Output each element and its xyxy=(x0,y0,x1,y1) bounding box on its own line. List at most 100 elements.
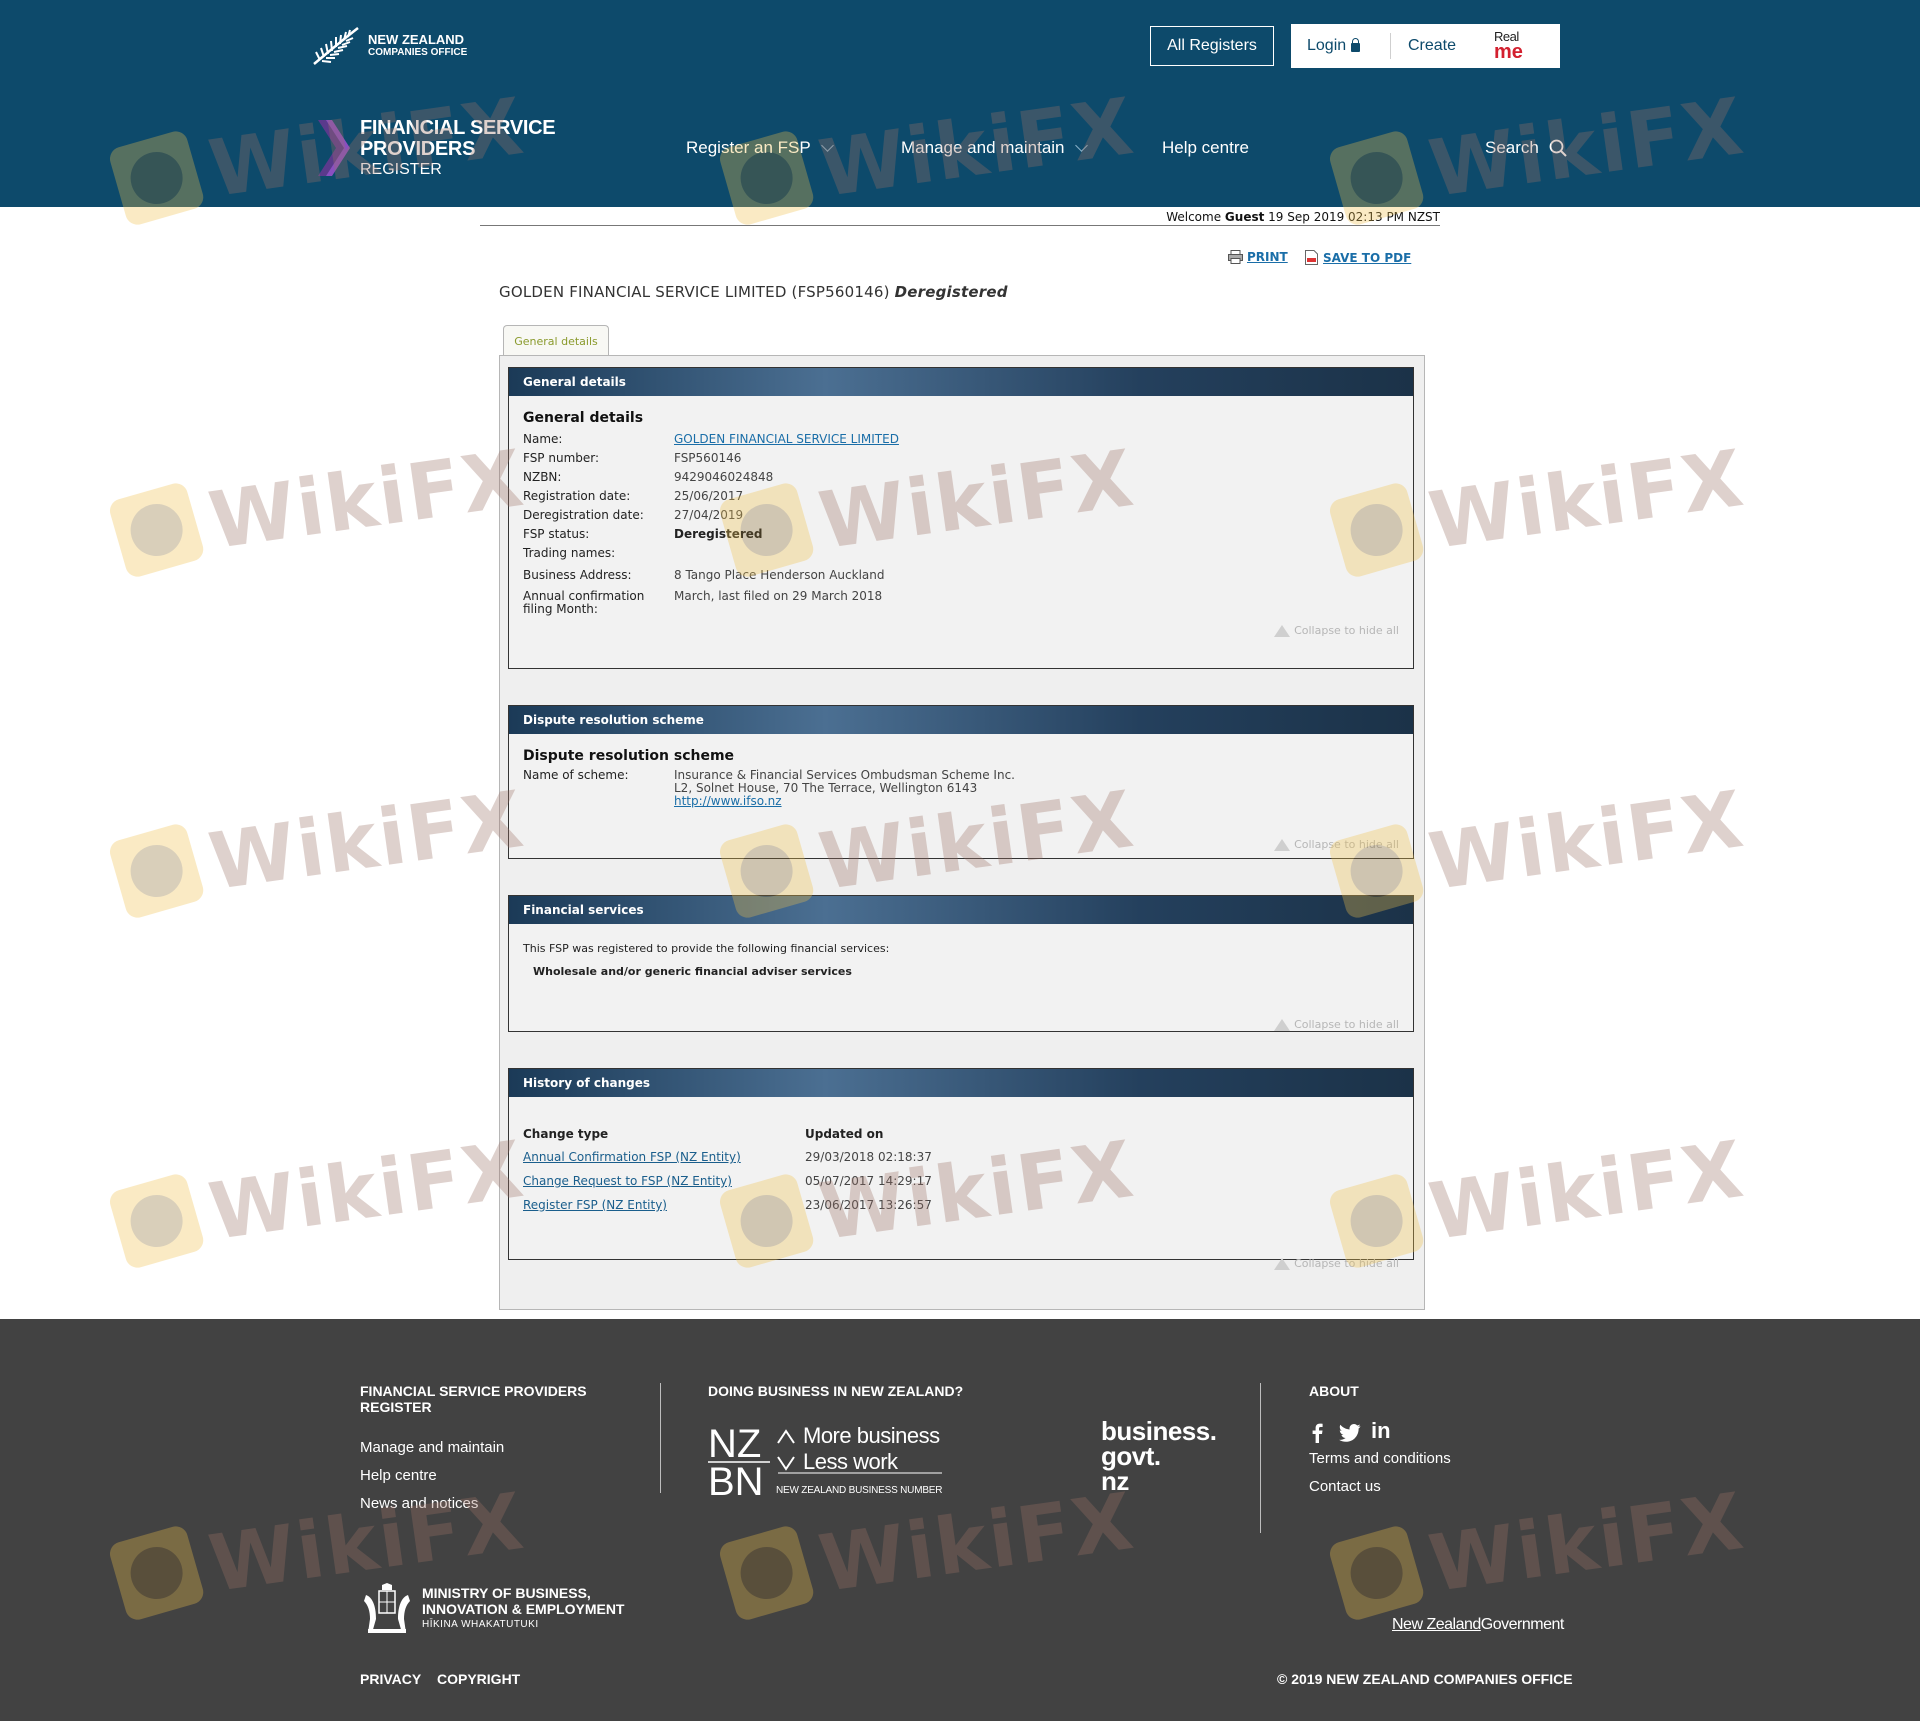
login-label: Login xyxy=(1307,37,1347,54)
printer-icon xyxy=(1228,250,1243,264)
privacy-link[interactable]: PRIVACY xyxy=(360,1671,421,1687)
watermark-logo-icon xyxy=(107,821,207,921)
nav-search[interactable]: Search xyxy=(1485,138,1567,158)
nz-logo-line2: COMPANIES OFFICE xyxy=(368,47,468,58)
watermark: WikiFX xyxy=(107,434,530,580)
collapse-history-button[interactable]: Collapse to hide all xyxy=(1274,1257,1399,1270)
updated-on: 23/06/2017 13:26:57 xyxy=(805,1198,932,1212)
nzgov-nz: New Zealand xyxy=(1392,1616,1481,1633)
table-row: Annual Confirmation FSP (NZ Entity) 29/0… xyxy=(523,1145,1413,1169)
field-registration-date: Registration date: 25/06/2017 xyxy=(523,487,1413,506)
copyright-link[interactable]: COPYRIGHT xyxy=(437,1671,520,1687)
footer-divider xyxy=(1260,1383,1261,1533)
change-type-link[interactable]: Change Request to FSP (NZ Entity) xyxy=(523,1174,732,1188)
collapse-label: Collapse to hide all xyxy=(1294,838,1399,851)
bgn-line3: nz xyxy=(1101,1466,1129,1496)
nav-help-centre[interactable]: Help centre xyxy=(1162,138,1249,158)
collapse-general-button[interactable]: Collapse to hide all xyxy=(1274,624,1399,637)
section-header: General details xyxy=(509,368,1413,396)
field-label: Trading names: xyxy=(523,546,616,560)
nzbn-logo[interactable]: NZ BN More business Less work NEW ZEALAN… xyxy=(708,1422,948,1504)
table-row: Change Request to FSP (NZ Entity) 05/07/… xyxy=(523,1169,1413,1193)
nav-manage-and-maintain[interactable]: Manage and maintain xyxy=(901,138,1088,158)
realme-bottom: me xyxy=(1494,41,1523,63)
account-box: Login Create Real me xyxy=(1291,24,1560,68)
field-value: 9429046024848 xyxy=(674,470,774,484)
mbie-line2: INNOVATION & EMPLOYMENT xyxy=(422,1601,625,1617)
financial-services-section: Financial services This FSP was register… xyxy=(508,895,1414,1032)
watermark-logo-icon xyxy=(107,1171,207,1271)
nav-register-an-fsp[interactable]: Register an FSP xyxy=(686,138,834,158)
fsp-register-logo[interactable]: FINANCIAL SERVICE PROVIDERS REGISTER xyxy=(312,117,556,180)
collapse-services-button[interactable]: Collapse to hide all xyxy=(1274,1018,1399,1031)
login-button[interactable]: Login xyxy=(1291,33,1391,59)
field-label: Business Address: xyxy=(523,568,632,582)
top-bar: NEW ZEALAND COMPANIES OFFICE All Registe… xyxy=(0,0,1920,90)
nz-government-logo[interactable]: New ZealandGovernment xyxy=(1392,1616,1564,1634)
change-type-link[interactable]: Annual Confirmation FSP (NZ Entity) xyxy=(523,1150,741,1164)
field-fsp-status: FSP status: Deregistered xyxy=(523,525,1413,544)
fsp-logo-line1: FINANCIAL SERVICE xyxy=(360,117,556,139)
footer-divider xyxy=(660,1383,661,1493)
print-link[interactable]: PRINT xyxy=(1228,250,1288,264)
footer-link-terms[interactable]: Terms and conditions xyxy=(1309,1450,1451,1467)
change-type-link[interactable]: Register FSP (NZ Entity) xyxy=(523,1198,667,1212)
section-title: General details xyxy=(523,410,644,426)
field-label: Deregistration date: xyxy=(523,508,644,522)
welcome-bar: Welcome Guest 19 Sep 2019 02:13 PM NZST xyxy=(480,208,1440,226)
col-updated-on: Updated on xyxy=(805,1127,884,1141)
footer-link-contact[interactable]: Contact us xyxy=(1309,1478,1381,1495)
history-table-header: Change type Updated on xyxy=(523,1127,1413,1141)
collapse-label: Collapse to hide all xyxy=(1294,1018,1399,1031)
all-registers-button[interactable]: All Registers xyxy=(1150,26,1274,66)
field-fsp-number: FSP number: FSP560146 xyxy=(523,449,1413,468)
footer-link-help[interactable]: Help centre xyxy=(360,1467,437,1484)
print-label: PRINT xyxy=(1247,250,1288,264)
nzbn-line1: More business xyxy=(803,1423,940,1448)
welcome-prefix: Welcome xyxy=(1166,210,1222,224)
field-label: Name of scheme: xyxy=(523,768,629,782)
general-details-section: General details General details Name: GO… xyxy=(508,367,1414,669)
collapse-label: Collapse to hide all xyxy=(1294,1257,1399,1270)
footer-link-manage[interactable]: Manage and maintain xyxy=(360,1439,504,1456)
realme-logo[interactable]: Real me xyxy=(1494,30,1534,63)
history-of-changes-section: History of changes Change type Updated o… xyxy=(508,1068,1414,1270)
business-govt-nz-logo[interactable]: business. govt. nz xyxy=(1101,1418,1217,1496)
entity-name-link[interactable]: GOLDEN FINANCIAL SERVICE LIMITED xyxy=(674,430,899,449)
footer-doing-business-heading: DOING BUSINESS IN NEW ZEALAND? xyxy=(708,1383,964,1399)
chevron-down-icon xyxy=(1074,139,1088,152)
field-value: 27/04/2019 xyxy=(674,508,744,522)
create-button[interactable]: Create xyxy=(1391,37,1481,55)
nav-manage-label: Manage and maintain xyxy=(901,138,1065,157)
footer-link-news[interactable]: News and notices xyxy=(360,1495,478,1512)
entity-title: GOLDEN FINANCIAL SERVICE LIMITED (FSP560… xyxy=(499,283,1008,301)
save-pdf-label: SAVE TO PDF xyxy=(1323,250,1412,265)
svg-text:BN: BN xyxy=(708,1460,764,1499)
scheme-url-link[interactable]: http://www.ifso.nz xyxy=(674,794,782,808)
field-label: Annual confirmation filing Month: xyxy=(523,589,645,616)
field-label: FSP status: xyxy=(523,527,590,541)
welcome-user: Guest xyxy=(1224,210,1265,224)
facebook-icon[interactable] xyxy=(1311,1423,1323,1443)
fsp-logo-line3: REGISTER xyxy=(360,161,442,178)
field-nzbn: NZBN: 9429046024848 xyxy=(523,468,1413,487)
section-header: Dispute resolution scheme xyxy=(509,706,1413,734)
mbie-logo[interactable]: MINISTRY OF BUSINESS, INNOVATION & EMPLO… xyxy=(360,1583,624,1635)
linkedin-icon[interactable]: in xyxy=(1371,1418,1391,1444)
entity-name-code: GOLDEN FINANCIAL SERVICE LIMITED (FSP560… xyxy=(499,283,890,301)
triangle-up-icon xyxy=(1274,624,1291,637)
field-label: Name: xyxy=(523,432,563,446)
collapse-dispute-button[interactable]: Collapse to hide all xyxy=(1274,838,1399,851)
watermark: WikiFX xyxy=(107,1125,530,1271)
field-name: Name: GOLDEN FINANCIAL SERVICE LIMITED xyxy=(523,430,1413,449)
footer-about-heading: ABOUT xyxy=(1309,1383,1359,1399)
field-value: 25/06/2017 xyxy=(674,489,744,503)
twitter-icon[interactable] xyxy=(1339,1424,1361,1442)
save-to-pdf-link[interactable]: SAVE TO PDF xyxy=(1305,250,1411,265)
nav-search-label: Search xyxy=(1485,138,1539,157)
field-deregistration-date: Deregistration date: 27/04/2019 xyxy=(523,506,1413,525)
watermark-logo-icon xyxy=(107,480,207,580)
nz-companies-office-logo[interactable]: NEW ZEALAND COMPANIES OFFICE xyxy=(312,24,467,68)
nzbn-line2: Less work xyxy=(803,1449,898,1474)
tab-general-details[interactable]: General details xyxy=(503,325,609,356)
